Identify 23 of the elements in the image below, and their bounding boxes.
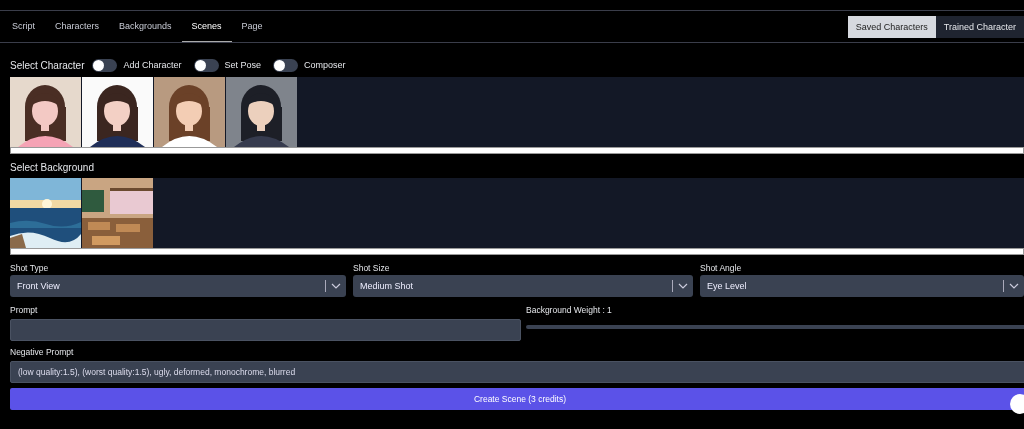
field-label: Background Weight : 1 <box>526 305 612 315</box>
field-label: Prompt <box>10 305 38 315</box>
field-label: Shot Angle <box>700 263 742 273</box>
dropdown[interactable]: Front View <box>10 275 346 297</box>
create-scene-button[interactable]: Create Scene (3 credits) <box>10 388 1024 410</box>
dropdown[interactable]: Eye Level <box>700 275 1024 297</box>
field-label: Negative Prompt <box>10 347 74 357</box>
negative-prompt-field[interactable]: (low quality:1.5), (worst quality:1.5), ugly, deformed, monochrome, blurred <box>10 361 1024 383</box>
tab[interactable]: Characters <box>45 11 110 42</box>
tab[interactable]: Backgrounds <box>109 11 182 42</box>
segment-button[interactable]: Saved Characters <box>847 15 936 38</box>
toggle-label: Composer <box>304 60 346 70</box>
field-label: Shot Size <box>353 263 390 273</box>
field-label: Shot Type <box>10 263 49 273</box>
section-title: Select Character <box>10 59 85 71</box>
section-title: Select Background <box>10 161 94 173</box>
toggle-label: Set Pose <box>224 60 262 70</box>
tab[interactable]: Script <box>2 11 45 42</box>
toggle-label: Add Character <box>123 60 182 70</box>
dropdown[interactable]: Medium Shot <box>353 275 693 297</box>
tab[interactable]: Scenes <box>181 11 232 42</box>
tab[interactable]: Page <box>231 11 273 42</box>
segment-button[interactable]: Trained Character <box>935 15 1024 38</box>
